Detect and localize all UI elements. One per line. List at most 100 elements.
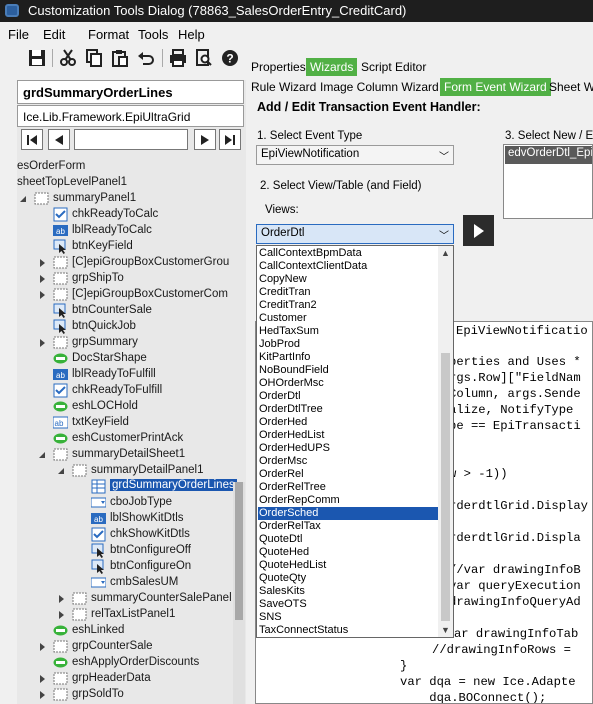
tree-node[interactable]: grpCounterSale <box>17 639 246 655</box>
tab-rule-wizard[interactable]: Rule Wizard <box>247 78 320 96</box>
event-type-combo[interactable]: EpiViewNotification ﹀ <box>256 145 454 165</box>
dropdown-option[interactable]: SNS <box>258 611 439 624</box>
collapse-icon[interactable] <box>19 194 27 203</box>
tree-node[interactable]: eshApplyOrderDiscounts <box>17 655 246 671</box>
tree-node[interactable]: chkReadyToFulfill <box>17 383 246 399</box>
tree-node[interactable]: ab lblReadyToCalc <box>17 223 246 239</box>
tree-node[interactable]: ab lblShowKitDtls <box>17 511 246 527</box>
expand-icon[interactable] <box>38 274 46 283</box>
expand-icon[interactable] <box>57 594 65 603</box>
tab-wizards[interactable]: Wizards <box>306 58 358 76</box>
print-icon[interactable] <box>168 48 188 68</box>
tree-node[interactable]: grpHeaderData <box>17 671 246 687</box>
paste-icon[interactable] <box>110 48 130 68</box>
dropdown-option[interactable]: CreditTran2 <box>258 299 439 312</box>
dropdown-option[interactable]: HedTaxSum <box>258 325 439 338</box>
tree-node[interactable]: DocStarShape <box>17 351 246 367</box>
expand-icon[interactable] <box>38 674 46 683</box>
dropdown-option[interactable]: QuoteHedList <box>258 559 439 572</box>
tree-node[interactable]: btnCounterSale <box>17 303 246 319</box>
tab-image-column-wizard[interactable]: Image Column Wizard <box>316 78 443 96</box>
tree-node[interactable]: eshCustomerPrintAck <box>17 431 246 447</box>
control-tree[interactable]: esOrderForm sheetTopLevelPanel1 summaryPan… <box>17 159 246 704</box>
dropdown-option[interactable]: OrderDtl <box>258 390 439 403</box>
dropdown-option[interactable]: SalesKits <box>258 585 439 598</box>
dropdown-option[interactable]: OrderDtlTree <box>258 403 439 416</box>
dropdown-option[interactable]: CopyNew <box>258 273 439 286</box>
scroll-thumb[interactable] <box>441 353 450 621</box>
tree-node[interactable]: ab txtKeyField <box>17 415 246 431</box>
copy-icon[interactable] <box>84 48 104 68</box>
save-icon[interactable] <box>27 48 47 68</box>
tree-node[interactable]: [C]epiGroupBoxCustomerCom <box>17 287 246 303</box>
menu-edit[interactable]: Edit <box>43 27 65 42</box>
control-name-field[interactable]: grdSummaryOrderLines <box>17 80 244 104</box>
tree-node[interactable]: summaryDetailSheet1 <box>17 447 246 463</box>
dropdown-option[interactable]: OrderHedList <box>258 429 439 442</box>
dropdown-option[interactable]: QuoteDtl <box>258 533 439 546</box>
tree-node[interactable]: esOrderForm <box>17 159 246 175</box>
tree-node[interactable]: chkReadyToCalc <box>17 207 246 223</box>
previous-icon[interactable] <box>48 129 70 150</box>
scroll-up-icon[interactable]: ▲ <box>438 246 453 260</box>
views-dropdown-list[interactable]: CallContextBpmData CallContextClientData C… <box>256 245 454 638</box>
expand-icon[interactable] <box>38 690 46 699</box>
dropdown-option[interactable]: OrderRelTree <box>258 481 439 494</box>
tree-node[interactable]: cboJobType <box>17 495 246 511</box>
tree-node[interactable]: relTaxListPanel1 <box>17 607 246 623</box>
last-icon[interactable] <box>219 129 241 150</box>
menu-tools[interactable]: Tools <box>138 27 168 42</box>
tree-node[interactable]: grdSummaryOrderLines <box>17 479 246 495</box>
menu-format[interactable]: Format <box>88 27 129 42</box>
tree-node[interactable]: sheetTopLevelPanel1 <box>17 175 246 191</box>
cut-icon[interactable] <box>58 48 78 68</box>
event-handlers-list[interactable]: edvOrderDtl_Epi <box>503 144 593 219</box>
dropdown-option[interactable]: Customer <box>258 312 439 325</box>
tree-node[interactable]: grpSoldTo <box>17 687 246 703</box>
first-icon[interactable] <box>21 129 43 150</box>
menu-file[interactable]: File <box>8 27 29 42</box>
dropdown-option[interactable]: OrderMsc <box>258 455 439 468</box>
expand-icon[interactable] <box>57 610 65 619</box>
tree-node[interactable]: btnQuickJob <box>17 319 246 335</box>
scroll-down-icon[interactable]: ▼ <box>438 623 453 637</box>
tab-sheet-wizard[interactable]: Sheet W <box>545 78 593 96</box>
tab-script-editor[interactable]: Script Editor <box>357 58 430 76</box>
tree-node[interactable]: eshLOCHold <box>17 399 246 415</box>
dropdown-option[interactable]: NoBoundField <box>258 364 439 377</box>
tree-node[interactable]: summaryCounterSalePanel <box>17 591 246 607</box>
dropdown-option[interactable]: OrderHedUPS <box>258 442 439 455</box>
help-icon[interactable]: ? <box>220 48 240 68</box>
navigation-input[interactable] <box>74 129 188 150</box>
tree-node[interactable]: btnKeyField <box>17 239 246 255</box>
tree-node[interactable]: chkShowKitDtls <box>17 527 246 543</box>
dropdown-option[interactable]: OHOrderMsc <box>258 377 439 390</box>
tab-properties[interactable]: Properties <box>247 58 310 76</box>
tree-node[interactable]: btnConfigureOff <box>17 543 246 559</box>
dropdown-option[interactable]: CreditTran <box>258 286 439 299</box>
menu-help[interactable]: Help <box>178 27 205 42</box>
tree-node[interactable]: summaryDetailPanel1 <box>17 463 246 479</box>
print-preview-icon[interactable] <box>194 48 214 68</box>
tree-node[interactable]: cmbSalesUM <box>17 575 246 591</box>
tree-node[interactable]: ab lblReadyToFulfill <box>17 367 246 383</box>
expand-icon[interactable] <box>38 338 46 347</box>
add-view-button[interactable] <box>463 215 494 246</box>
views-combo[interactable]: OrderDtl ﹀ <box>256 224 454 244</box>
list-item-selected[interactable]: edvOrderDtl_Epi <box>505 146 592 164</box>
tree-node[interactable]: grpShipTo <box>17 271 246 287</box>
expand-icon[interactable] <box>38 290 46 299</box>
dropdown-option[interactable]: OrderRepComm <box>258 494 439 507</box>
tree-node[interactable]: btnConfigureOn <box>17 559 246 575</box>
tree-node[interactable]: eshLinked <box>17 623 246 639</box>
tree-node[interactable]: summaryPanel1 <box>17 191 246 207</box>
dropdown-option[interactable]: CallContextClientData <box>258 260 439 273</box>
dropdown-option[interactable]: SaveOTS <box>258 598 439 611</box>
undo-icon[interactable] <box>136 48 156 68</box>
dropdown-option[interactable]: JobProd <box>258 338 439 351</box>
dropdown-option[interactable]: OrderRelTax <box>258 520 439 533</box>
dropdown-scrollbar[interactable]: ▲ ▼ <box>438 246 453 637</box>
expand-icon[interactable] <box>38 258 46 267</box>
collapse-icon[interactable] <box>57 466 65 475</box>
tree-node[interactable]: [C]epiGroupBoxCustomerGrou <box>17 255 246 271</box>
